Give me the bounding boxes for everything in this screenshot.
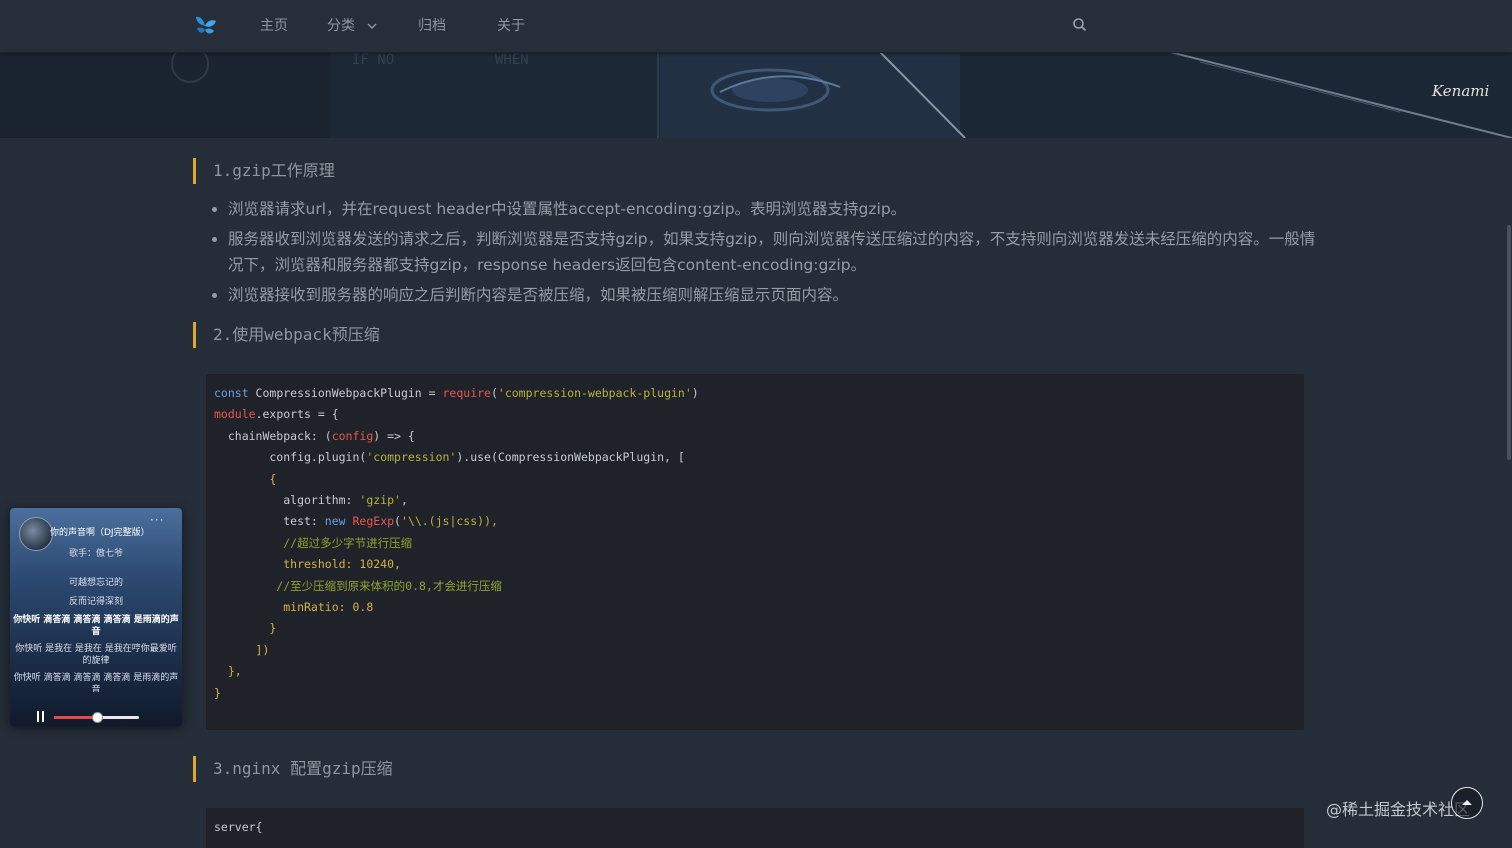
code-comment: //至少压缩到原来体积的0.8,才会进行压缩: [214, 578, 502, 593]
arrow-up-icon: [1462, 800, 1472, 805]
code-token: module: [214, 407, 256, 422]
code-token: .exports = {: [255, 407, 339, 422]
list-item: 服务器收到浏览器发送的请求之后，判断浏览器是否支持gzip，如果支持gzip，则…: [212, 226, 1322, 278]
lyric-line: 你快听 是我在 是我在 是我在哼你最爱听的旋律: [15, 644, 177, 666]
back-to-top-button[interactable]: [1451, 787, 1483, 819]
code-token: 'gzip': [359, 493, 401, 508]
banner-graffiti-text: WHEN: [495, 52, 529, 68]
progress-knob[interactable]: [91, 712, 103, 723]
list-item: 浏览器接收到服务器的响应之后判断内容是否被压缩，如果被压缩则解压缩显示页面内容。: [212, 282, 1322, 308]
lyric-line: 反而记得深刻: [68, 597, 123, 607]
code-token: const: [214, 386, 249, 400]
more-dots-icon[interactable]: ···: [150, 513, 164, 527]
section-heading: 3.nginx 配置gzip压缩: [193, 756, 393, 782]
code-token: '\\.(js|css): [400, 514, 485, 529]
code-token: require: [442, 386, 491, 400]
music-player: 你的声音啊（DJ完整版） ··· 歌手：傲七爷 可越想忘记的 反而记得深刻 你快…: [10, 508, 182, 726]
section-heading: 2.使用webpack预压缩: [193, 322, 380, 348]
code-line: {: [214, 471, 277, 486]
progress-fill: [54, 716, 97, 719]
section-heading: 1.gzip工作原理: [193, 158, 335, 184]
code-token: ),: [484, 514, 498, 529]
code-token: ).use(CompressionWebpackPlugin, [: [456, 450, 685, 465]
scrollbar-thumb[interactable]: [1507, 225, 1511, 460]
code-token: 'compression': [366, 450, 457, 465]
nav-item-categories[interactable]: 分类: [327, 15, 377, 35]
code-token: new: [324, 514, 346, 529]
banner-signature: Kenami: [1432, 82, 1490, 100]
song-title: 你的声音啊（DJ完整版）: [50, 528, 150, 538]
butterfly-logo-icon[interactable]: [192, 13, 218, 39]
nav-item-archive[interactable]: 归档: [418, 15, 446, 35]
nav-item-home[interactable]: 主页: [260, 15, 288, 35]
code-token: ) => {: [373, 428, 415, 443]
code-content: server{: [206, 808, 1304, 838]
header-banner: IF NO WHEN Kenami: [0, 52, 1512, 138]
nav-item-about[interactable]: 关于: [497, 15, 525, 35]
code-line: }: [214, 685, 221, 700]
singer-name: 歌手：傲七爷: [68, 549, 123, 559]
code-token: config: [331, 428, 374, 443]
code-token: chainWebpack: (: [214, 428, 332, 443]
code-token: test:: [214, 514, 325, 529]
nav-item-label: 分类: [327, 18, 355, 34]
code-token: 'compression-webpack-plugin': [497, 386, 692, 400]
code-line: server{: [214, 820, 263, 834]
lyric-line-active: 你快听 滴答滴 滴答滴 滴答滴 是雨滴的声音: [13, 615, 179, 637]
code-token: ): [691, 386, 699, 400]
top-navbar: 主页 分类 归档 关于: [0, 0, 1512, 53]
lyric-line: 可越想忘记的: [68, 578, 123, 588]
code-line: minRatio: 0.8: [214, 600, 374, 615]
code-content: const CompressionWebpackPlugin = require…: [206, 374, 1304, 704]
lyric-line: 你快听 滴答滴 滴答滴 滴答滴 是雨滴的声音: [13, 673, 179, 692]
code-block[interactable]: server{: [206, 808, 1304, 848]
code-token: ,: [400, 493, 408, 508]
code-line: threshold: 10240,: [214, 557, 401, 572]
watermark: @稀土掘金技术社区: [1326, 800, 1471, 819]
list-item: 浏览器请求url，并在request header中设置属性accept-enc…: [212, 196, 1322, 222]
banner-artwork: IF NO WHEN: [0, 52, 1512, 138]
nav-item-label: 主页: [260, 18, 288, 34]
code-token: config.plugin(: [214, 450, 367, 465]
chevron-down-icon: [367, 23, 377, 29]
code-token: CompressionWebpackPlugin =: [248, 386, 443, 400]
bullet-list: 浏览器请求url，并在request header中设置属性accept-enc…: [212, 196, 1322, 312]
code-token: (: [394, 514, 401, 529]
code-comment: //超过多少字节进行压缩: [214, 535, 413, 550]
search-icon[interactable]: [1071, 16, 1089, 34]
banner-graffiti-text: IF NO: [352, 52, 394, 68]
code-line: }: [214, 621, 277, 636]
progress-slider[interactable]: [54, 712, 139, 723]
code-line: },: [214, 664, 242, 679]
code-line: ]): [214, 642, 270, 657]
code-block[interactable]: const CompressionWebpackPlugin = require…: [206, 374, 1304, 730]
nav-item-label: 关于: [497, 18, 525, 34]
code-token: algorithm:: [214, 493, 360, 508]
code-token: RegExp: [352, 514, 395, 529]
pause-icon[interactable]: [36, 711, 46, 722]
nav-item-label: 归档: [418, 18, 446, 34]
code-token: (: [490, 386, 498, 400]
